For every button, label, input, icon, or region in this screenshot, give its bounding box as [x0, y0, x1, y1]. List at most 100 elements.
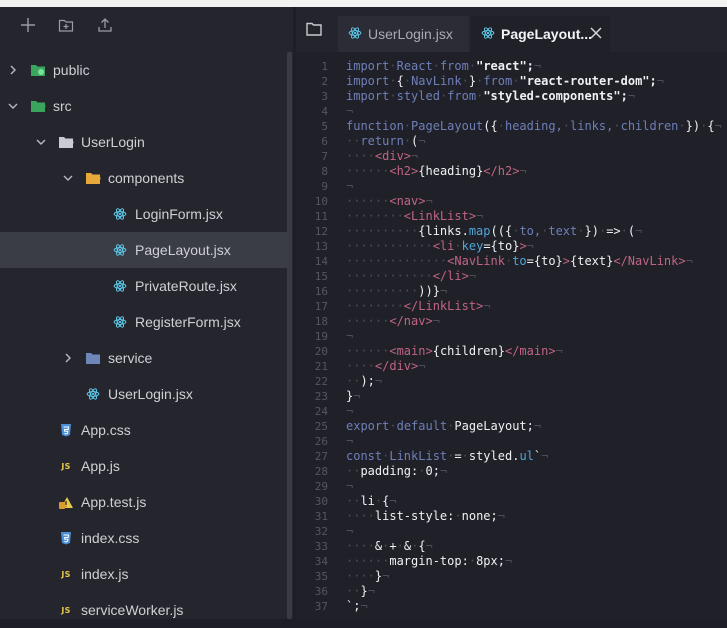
code-text: ¬: [346, 524, 354, 538]
sidebar-scrollbar[interactable]: [287, 52, 292, 619]
code-line[interactable]: 27 const·LinkList·=·styled.ul`¬: [296, 449, 727, 464]
line-number: 35: [314, 570, 328, 583]
code-line[interactable]: 29 ¬: [296, 479, 727, 494]
code-line[interactable]: 16 ··········))}¬: [296, 284, 727, 299]
new-file-button[interactable]: [16, 13, 40, 37]
react-icon: [112, 206, 128, 222]
tree-file-userlogin-jsx[interactable]: UserLogin.jsx: [0, 376, 287, 412]
code-line[interactable]: 8 ······<h2>{heading}</h2>¬: [296, 164, 727, 179]
tree-file-app-test-js[interactable]: App.test.js: [0, 484, 287, 520]
tree-file-index-js[interactable]: JS index.js: [0, 556, 287, 592]
tab-pagelayout[interactable]: PageLayout...: [471, 16, 610, 52]
line-number: 37: [314, 600, 328, 613]
code-text: ¬: [346, 179, 354, 193]
tree-file-index-css[interactable]: index.css: [0, 520, 287, 556]
code-line[interactable]: 24 ¬: [296, 404, 727, 419]
top-strip: [0, 0, 727, 7]
code-line[interactable]: 25 export·default·PageLayout;¬: [296, 419, 727, 434]
chevron-down-icon[interactable]: [8, 101, 18, 111]
react-icon: [112, 278, 128, 294]
tree-file-serviceworker-js[interactable]: JS serviceWorker.js: [0, 592, 287, 628]
toggle-explorer-button[interactable]: [306, 22, 326, 40]
code-line[interactable]: 22 ··);¬: [296, 374, 727, 389]
tree-file-registerform-jsx[interactable]: RegisterForm.jsx: [0, 304, 287, 340]
code-text: ······<nav>¬: [346, 194, 433, 208]
folder-open-icon: [85, 170, 101, 186]
code-line[interactable]: 28 ··padding:·0;¬: [296, 464, 727, 479]
close-tab-button[interactable]: [589, 26, 603, 40]
tree-file-loginform-jsx[interactable]: LoginForm.jsx: [0, 196, 287, 232]
code-line[interactable]: 17 ········</LinkList>¬: [296, 299, 727, 314]
line-number: 2: [321, 75, 328, 88]
tree-folder-userlogin[interactable]: UserLogin: [0, 124, 287, 160]
tab-label: PageLayout...: [501, 26, 593, 42]
tree-file-pagelayout-jsx[interactable]: PageLayout.jsx: [0, 232, 287, 268]
tree-folder-public[interactable]: public: [0, 52, 287, 88]
tree-item-label: LoginForm.jsx: [135, 206, 223, 222]
code-text: `;¬: [346, 599, 368, 613]
line-number: 25: [314, 420, 328, 433]
code-line[interactable]: 35 ····}¬: [296, 569, 727, 584]
tree-item-label: service: [108, 350, 153, 366]
code-line[interactable]: 7 ····<div>¬: [296, 149, 727, 164]
tree-item-label: public: [53, 62, 90, 78]
chevron-down-icon[interactable]: [36, 137, 46, 147]
tab-userlogin[interactable]: UserLogin.jsx: [338, 16, 469, 52]
code-line[interactable]: 11 ········<LinkList>¬: [296, 209, 727, 224]
code-area[interactable]: 1 import·React·from·"react";¬ 2 import·{·Na…: [296, 59, 727, 614]
code-line[interactable]: 14 ··············<NavLink·to={to}>{text}<…: [296, 254, 727, 269]
tree-item-label: index.css: [81, 530, 140, 546]
tree-folder-components[interactable]: components: [0, 160, 287, 196]
code-line[interactable]: 2 import·{·NavLink·}·from·"react-router-d…: [296, 74, 727, 89]
tree-folder-src[interactable]: src: [0, 88, 287, 124]
tree-folder-service[interactable]: service: [0, 340, 287, 376]
code-line[interactable]: 4 ¬: [296, 104, 727, 119]
code-line[interactable]: 33 ····&·+·&·{¬: [296, 539, 727, 554]
code-line[interactable]: 18 ······</nav>¬: [296, 314, 727, 329]
line-number: 1: [321, 60, 328, 73]
chevron-right-icon[interactable]: [8, 65, 18, 75]
code-line[interactable]: 37 `;¬: [296, 599, 727, 614]
code-line[interactable]: 3 import·styled·from·"styled-components";…: [296, 89, 727, 104]
code-line[interactable]: 36 ··}¬: [296, 584, 727, 599]
line-number: 7: [321, 150, 328, 163]
code-line[interactable]: 9 ¬: [296, 179, 727, 194]
code-line[interactable]: 34 ······margin-top:·8px;¬: [296, 554, 727, 569]
code-text: const·LinkList·=·styled.ul`¬: [346, 449, 549, 463]
css-icon: [58, 530, 74, 546]
code-line[interactable]: 32 ¬: [296, 524, 727, 539]
tree-file-app-css[interactable]: App.css: [0, 412, 287, 448]
code-line[interactable]: 10 ······<nav>¬: [296, 194, 727, 209]
code-line[interactable]: 1 import·React·from·"react";¬: [296, 59, 727, 74]
code-line[interactable]: 19 ¬: [296, 329, 727, 344]
code-editor: UserLogin.jsx PageLayout... 1 import·Reac…: [296, 7, 727, 619]
tree-file-app-js[interactable]: JS App.js: [0, 448, 287, 484]
line-number: 26: [314, 435, 328, 448]
code-text: ¬: [346, 329, 354, 343]
close-icon: [590, 27, 602, 39]
line-number: 31: [314, 510, 328, 523]
tree-item-label: PageLayout.jsx: [135, 242, 231, 258]
code-text: ····</div>¬: [346, 359, 426, 373]
code-line[interactable]: 21 ····</div>¬: [296, 359, 727, 374]
upload-button[interactable]: [93, 13, 117, 37]
code-line[interactable]: 5 function·PageLayout({·heading,·links,·c…: [296, 119, 727, 134]
tree-item-label: App.test.js: [81, 494, 147, 510]
code-line[interactable]: 20 ······<main>{children}</main>¬: [296, 344, 727, 359]
chevron-right-icon[interactable]: [63, 353, 73, 363]
line-number: 3: [321, 90, 328, 103]
code-line[interactable]: 31 ····list-style:·none;¬: [296, 509, 727, 524]
new-folder-button[interactable]: [54, 13, 78, 37]
code-line[interactable]: 30 ··li·{¬: [296, 494, 727, 509]
code-line[interactable]: 6 ··return·(¬: [296, 134, 727, 149]
code-line[interactable]: 12 ··········{links.map(({·to,·text·})·=>…: [296, 224, 727, 239]
plus-icon: [21, 18, 35, 32]
code-line[interactable]: 13 ············<li·key={to}>¬: [296, 239, 727, 254]
line-number: 11: [314, 210, 328, 223]
chevron-down-icon[interactable]: [63, 173, 73, 183]
tree-file-privateroute-jsx[interactable]: PrivateRoute.jsx: [0, 268, 287, 304]
code-line[interactable]: 23}¬: [296, 389, 727, 404]
code-text: ··········))}¬: [346, 284, 448, 298]
code-line[interactable]: 26 ¬: [296, 434, 727, 449]
code-line[interactable]: 15 ············</li>¬: [296, 269, 727, 284]
